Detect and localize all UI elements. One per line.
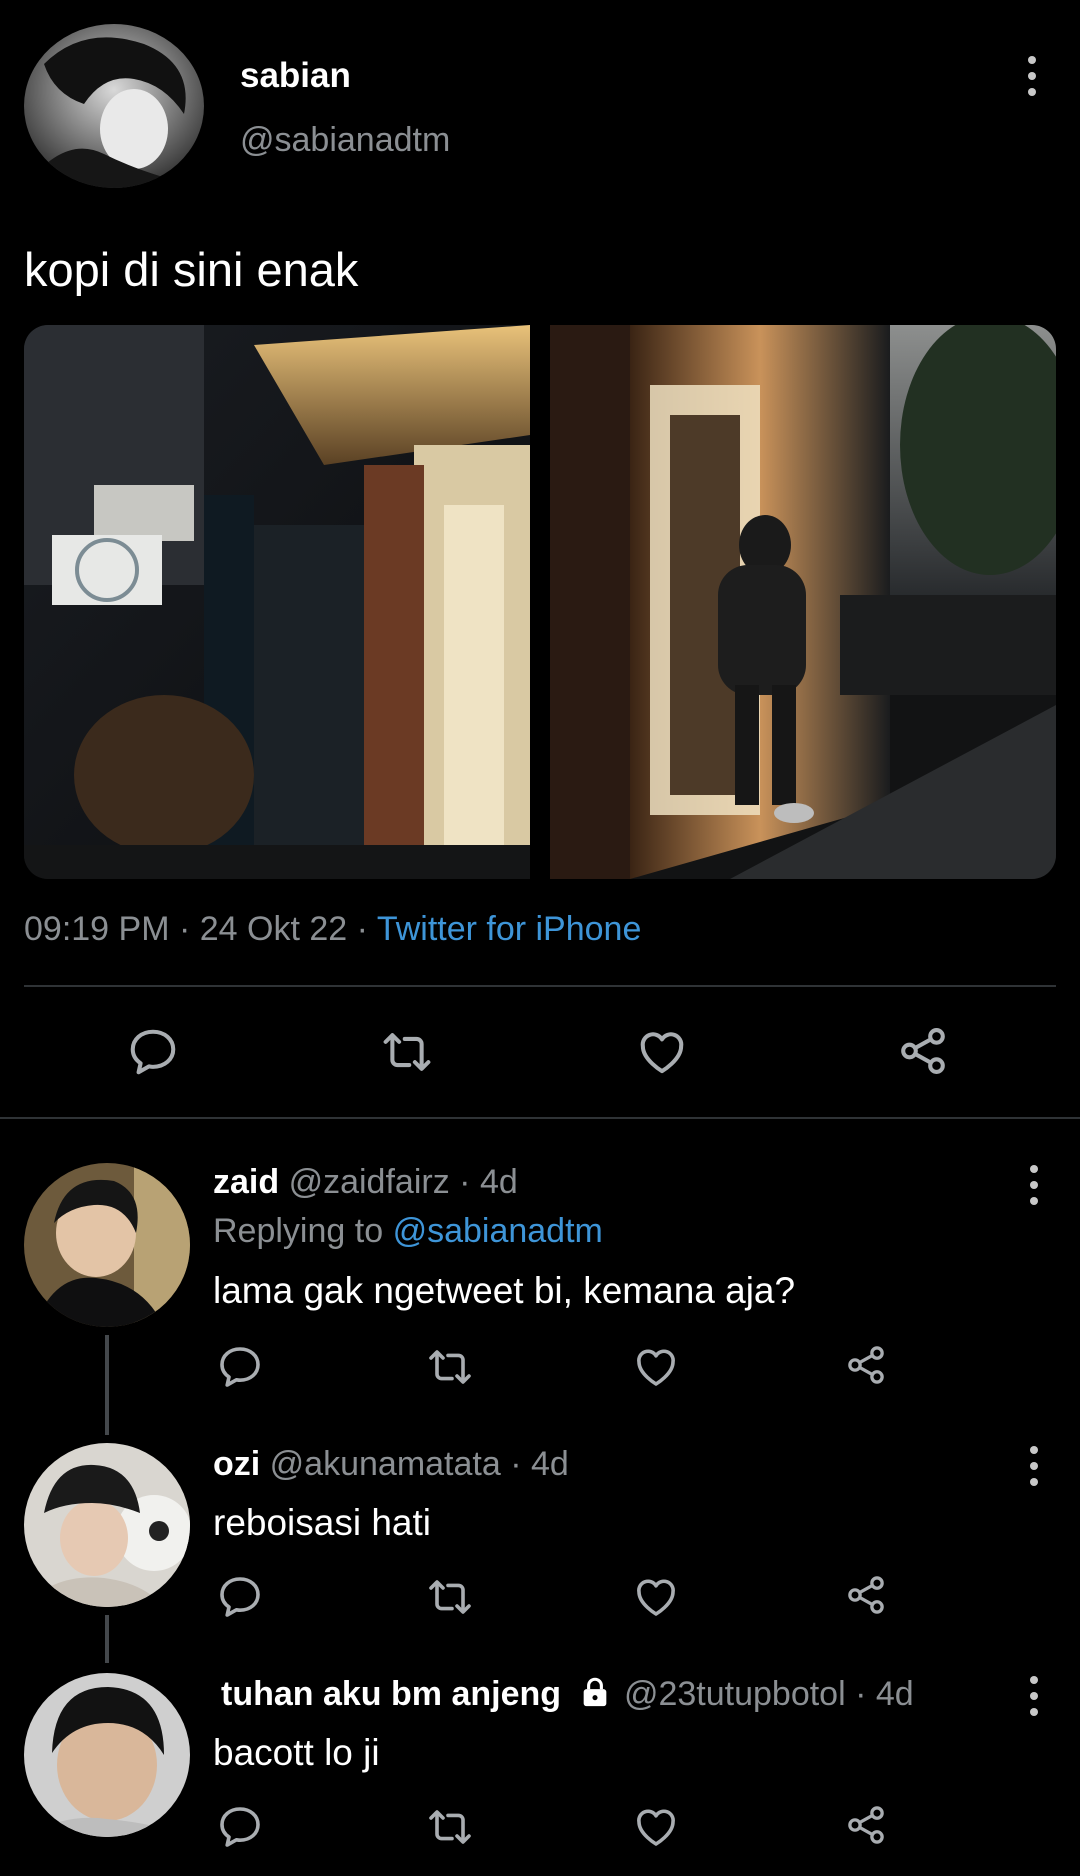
replying-to-handle[interactable]: @sabianadtm	[393, 1212, 603, 1250]
reply-avatar-image	[24, 1673, 190, 1837]
tweet-date: 24 Okt 22	[199, 910, 348, 948]
reply-text: bacott lo ji	[213, 1732, 380, 1773]
reply-header: ozi @akunamatata · 4d	[213, 1445, 569, 1484]
reply-handle[interactable]: @23tutupbotol	[624, 1675, 846, 1713]
heart-icon[interactable]	[632, 1803, 680, 1851]
tweet-meta: 09:19 PM · 24 Okt 22 · Twitter for iPhon…	[24, 910, 641, 949]
more-vertical-icon[interactable]	[1027, 1165, 1041, 1205]
reply-avatar[interactable]	[24, 1673, 190, 1837]
retweet-icon[interactable]	[423, 1343, 477, 1391]
tweet-media-right[interactable]	[550, 325, 1056, 879]
author-handle[interactable]: @sabianadtm	[240, 121, 450, 160]
speech-bubble-icon[interactable]	[216, 1343, 264, 1391]
speech-bubble-icon[interactable]	[126, 1025, 180, 1079]
tweet-time: 09:19 PM	[24, 910, 170, 948]
speech-bubble-icon[interactable]	[216, 1803, 264, 1851]
share-icon[interactable]	[896, 1024, 950, 1078]
tweet-text: kopi di sini enak	[24, 243, 359, 296]
more-vertical-icon[interactable]	[1027, 1676, 1041, 1716]
reply-age[interactable]: 4d	[480, 1163, 518, 1201]
tweet-source-link[interactable]: Twitter for iPhone	[377, 910, 642, 948]
author-avatar[interactable]	[24, 24, 204, 188]
more-vertical-icon[interactable]	[1025, 56, 1039, 96]
reply-avatar-image	[24, 1163, 190, 1327]
reply-age[interactable]: 4d	[876, 1675, 914, 1713]
heart-icon[interactable]	[632, 1343, 680, 1391]
reply-avatar[interactable]	[24, 1163, 190, 1327]
section-divider	[0, 1117, 1080, 1119]
meta-separator: ·	[356, 910, 368, 948]
reply-display-name[interactable]: zaid	[213, 1163, 279, 1201]
lock-icon	[577, 1675, 613, 1718]
reply-avatar[interactable]	[24, 1443, 190, 1607]
reply-handle[interactable]: @akunamatata	[270, 1445, 501, 1483]
speech-bubble-icon[interactable]	[216, 1573, 264, 1621]
walking-figure-photo	[550, 325, 1056, 879]
reply-separator: ·	[855, 1675, 867, 1713]
share-icon[interactable]	[844, 1573, 888, 1617]
reply-display-name[interactable]: tuhan aku bm anjeng	[221, 1675, 561, 1713]
reply-display-name[interactable]: ozi	[213, 1445, 260, 1483]
reply-text: lama gak ngetweet bi, kemana aja?	[213, 1270, 796, 1311]
replying-to-label: Replying to	[213, 1212, 384, 1250]
retweet-icon[interactable]	[376, 1025, 438, 1079]
replying-to: Replying to @sabianadtm	[213, 1212, 603, 1251]
share-icon[interactable]	[844, 1803, 888, 1847]
author-avatar-image	[24, 24, 204, 188]
reply-text: reboisasi hati	[213, 1502, 432, 1543]
retweet-icon[interactable]	[423, 1803, 477, 1851]
reply-handle[interactable]: @zaidfairz	[289, 1163, 450, 1201]
share-icon[interactable]	[844, 1343, 888, 1387]
more-vertical-icon[interactable]	[1027, 1446, 1041, 1486]
heart-icon[interactable]	[632, 1573, 680, 1621]
storefront-photo	[24, 325, 530, 879]
heart-icon[interactable]	[634, 1025, 690, 1079]
reply-header: tuhan aku bm anjeng @23tutupbotol · 4d	[221, 1675, 914, 1718]
thread-line	[105, 1615, 109, 1663]
reply-avatar-image	[24, 1443, 190, 1607]
reply-separator: ·	[510, 1445, 522, 1483]
meta-divider	[24, 985, 1056, 987]
thread-line	[105, 1335, 109, 1435]
retweet-icon[interactable]	[423, 1573, 477, 1621]
reply-separator: ·	[459, 1163, 471, 1201]
reply-age[interactable]: 4d	[531, 1445, 569, 1483]
tweet-media-left[interactable]	[24, 325, 530, 879]
author-display-name[interactable]: sabian	[240, 56, 351, 96]
meta-separator: ·	[178, 910, 191, 948]
reply-header: zaid @zaidfairz · 4d	[213, 1163, 518, 1202]
